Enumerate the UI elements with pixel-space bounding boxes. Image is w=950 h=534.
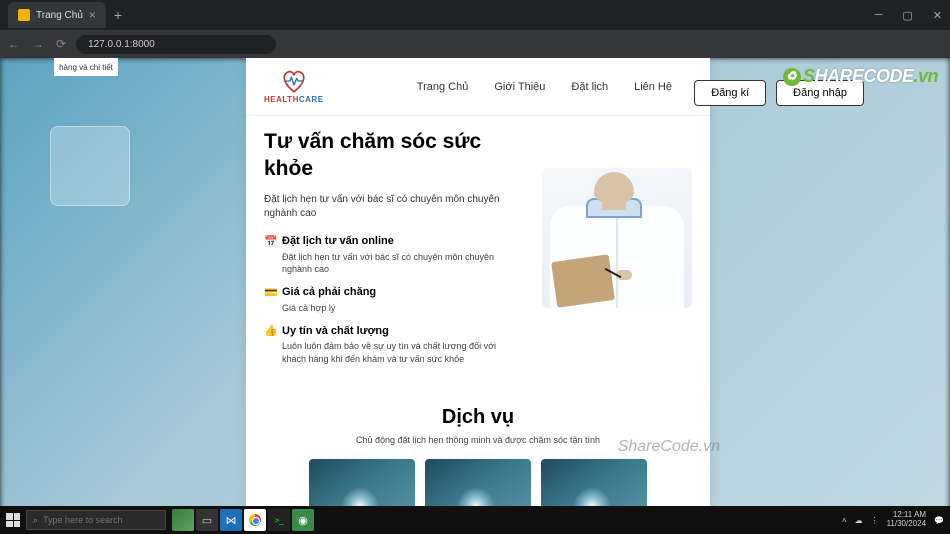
- hero-left: Tư vấn chăm sóc sức khỏe Đặt lịch hẹn tư…: [264, 128, 522, 376]
- browser-titlebar: Trang Chủ × + ─ ▢ ✕: [0, 0, 950, 30]
- wm-ext: .vn: [913, 66, 938, 86]
- nav-home[interactable]: Trang Chủ: [417, 81, 469, 93]
- windows-taskbar: ⌕ ▭ ⋈ >_ ◉ ˄ ☁ ⋮ 12:11 AM 11/30/2024 💬: [0, 506, 950, 534]
- maximize-button[interactable]: ▢: [902, 9, 912, 22]
- feature-2-desc: Giá cả hợp lý: [282, 302, 522, 315]
- heart-logo-icon: [280, 69, 308, 93]
- feature-3: 👍 Uy tín và chất lượng Luôn luôn đảm bảo…: [264, 324, 522, 365]
- taskbar-chrome[interactable]: [244, 509, 266, 531]
- reload-button[interactable]: ⟳: [56, 37, 66, 51]
- clock[interactable]: 12:11 AM 11/30/2024: [887, 511, 926, 529]
- tray-cloud-icon[interactable]: ☁: [855, 516, 863, 525]
- taskbar-terminal[interactable]: >_: [268, 509, 290, 531]
- doctor-image: [542, 168, 692, 308]
- feature-1-desc: Đặt lịch hẹn tư vấn với bác sĩ có chuyên…: [282, 251, 522, 276]
- hero-subtitle: Đặt lịch hẹn tư vấn với bác sĩ có chuyên…: [264, 193, 522, 221]
- page-viewport: hàng và chi tiết HEALTHCARE Trang Chủ Gi…: [0, 58, 950, 534]
- services-title: Dịch vụ: [264, 406, 692, 429]
- nav-about[interactable]: Giới Thiệu: [494, 81, 545, 93]
- taskbar-app-2[interactable]: ▭: [196, 509, 218, 531]
- search-icon: ⌕: [33, 515, 38, 526]
- window-controls: ─ ▢ ✕: [875, 9, 942, 22]
- wm-rest: HARECODE: [814, 66, 913, 86]
- main-navigation: Trang Chủ Giới Thiệu Đặt lịch Liên Hệ: [417, 81, 672, 93]
- taskbar-search[interactable]: ⌕: [26, 510, 166, 530]
- watermark-mid: ShareCode.vn: [618, 438, 720, 456]
- partial-card: hàng và chi tiết: [54, 58, 118, 76]
- forward-button[interactable]: →: [32, 37, 44, 51]
- hero-title: Tư vấn chăm sóc sức khỏe: [264, 128, 522, 183]
- hero-section: Tư vấn chăm sóc sức khỏe Đặt lịch hẹn tư…: [246, 116, 710, 396]
- taskbar-app-5[interactable]: ◉: [292, 509, 314, 531]
- taskbar-search-input[interactable]: [43, 515, 159, 525]
- feature-1-title: Đặt lịch tư vấn online: [282, 235, 394, 247]
- feature-2-title: Giá cả phải chăng: [282, 286, 376, 298]
- system-tray: ˄ ☁ ⋮ 12:11 AM 11/30/2024 💬: [842, 511, 944, 529]
- hero-right: [542, 128, 692, 376]
- watermark-logo: SHARECODE.vn: [783, 66, 938, 87]
- site-logo[interactable]: HEALTHCARE: [264, 69, 324, 104]
- nav-arrows: ← → ⟳: [8, 37, 66, 51]
- recycle-icon: [783, 68, 801, 86]
- start-button[interactable]: [6, 513, 20, 527]
- tray-wifi-icon[interactable]: ⋮: [871, 516, 879, 525]
- tab-title: Trang Chủ: [36, 10, 83, 21]
- feature-2: 💳 Giá cả phải chăng Giá cả hợp lý: [264, 286, 522, 315]
- money-icon: 💳: [264, 286, 276, 299]
- bg-card: [50, 126, 130, 206]
- taskbar-vscode[interactable]: ⋈: [220, 509, 242, 531]
- logo-text-1: HEALTH: [264, 95, 299, 104]
- new-tab-button[interactable]: +: [114, 7, 122, 23]
- feature-1: 📅 Đặt lịch tư vấn online Đặt lịch hẹn tư…: [264, 235, 522, 276]
- browser-tab[interactable]: Trang Chủ ×: [8, 2, 106, 28]
- nav-booking[interactable]: Đặt lịch: [571, 81, 608, 93]
- wm-g: S: [803, 66, 815, 86]
- url-input[interactable]: 127.0.0.1:8000: [76, 35, 276, 54]
- taskbar-app-1[interactable]: [172, 509, 194, 531]
- address-bar-row: ← → ⟳ 127.0.0.1:8000: [0, 30, 950, 58]
- tray-chevron-icon[interactable]: ˄: [842, 516, 847, 525]
- register-button[interactable]: Đăng kí: [694, 80, 766, 106]
- main-content-card: HEALTHCARE Trang Chủ Giới Thiệu Đặt lịch…: [246, 58, 710, 534]
- site-header: HEALTHCARE Trang Chủ Giới Thiệu Đặt lịch…: [246, 58, 710, 116]
- notifications-icon[interactable]: 💬: [934, 516, 944, 525]
- thumbs-up-icon: 👍: [264, 324, 276, 337]
- back-button[interactable]: ←: [8, 37, 20, 51]
- feature-3-title: Uy tín và chất lượng: [282, 325, 389, 337]
- minimize-button[interactable]: ─: [875, 9, 883, 22]
- taskbar-apps: ▭ ⋈ >_ ◉: [172, 509, 314, 531]
- tab-close-icon[interactable]: ×: [89, 8, 96, 22]
- clock-date: 11/30/2024: [887, 520, 926, 529]
- feature-3-desc: Luôn luôn đảm bảo về sự uy tín và chất l…: [282, 340, 522, 365]
- close-window-button[interactable]: ✕: [933, 9, 942, 22]
- tab-favicon: [18, 9, 30, 21]
- logo-text-2: CARE: [299, 95, 324, 104]
- nav-contact[interactable]: Liên Hệ: [634, 81, 672, 93]
- calendar-icon: 📅: [264, 235, 276, 248]
